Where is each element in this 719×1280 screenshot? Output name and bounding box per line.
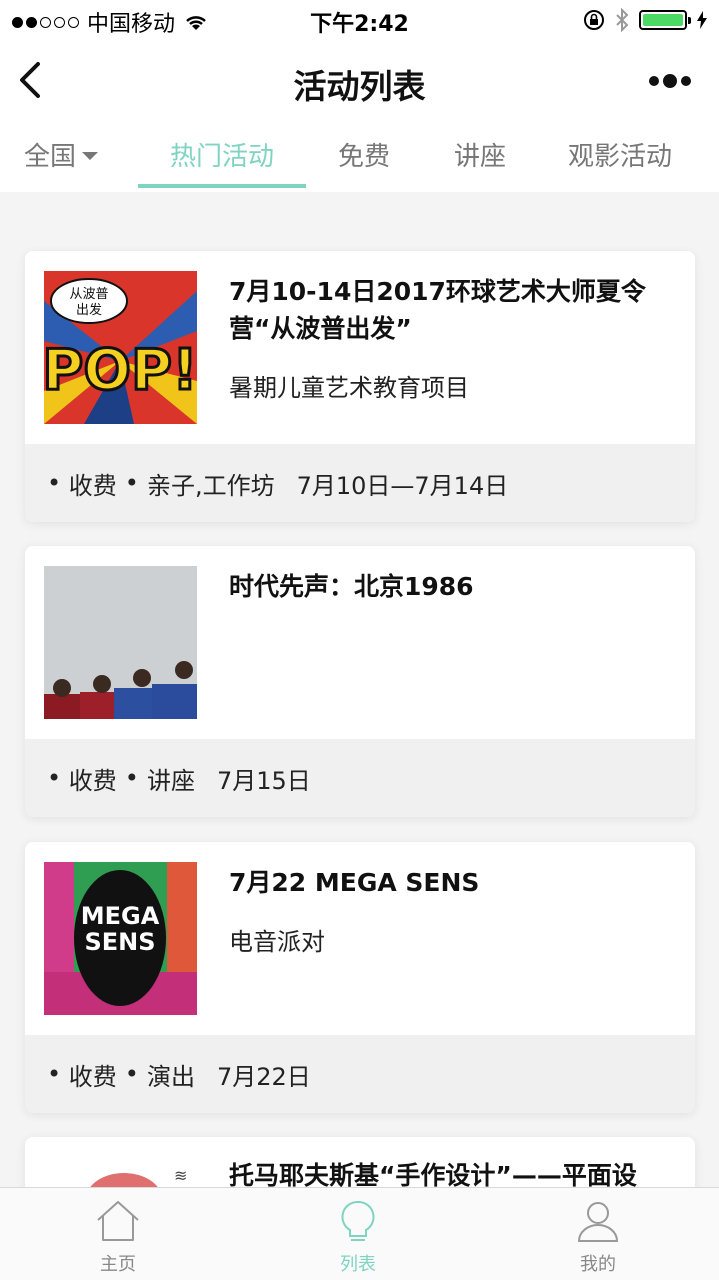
event-date: 7月22日 <box>216 1062 311 1091</box>
event-tags: 亲子,工作坊 <box>146 471 275 500</box>
page-title: 活动列表 <box>293 67 426 106</box>
tabbar-item-home[interactable]: 主页 <box>68 1200 168 1276</box>
svg-text:POP!: POP! <box>44 338 197 403</box>
event-thumbnail <box>44 566 197 719</box>
event-fee: 收费 <box>68 1062 117 1091</box>
battery-icon <box>639 10 691 30</box>
region-dropdown[interactable]: 全国 <box>24 136 99 173</box>
event-subtitle: 暑期儿童艺术教育项目 <box>229 374 469 402</box>
svg-text:≋: ≋ <box>174 1166 187 1185</box>
event-tags: 演出 <box>146 1062 195 1091</box>
tabbar-item-me[interactable]: 我的 <box>548 1200 648 1276</box>
tab-free[interactable]: 免费 <box>338 136 390 173</box>
nav-bar: 活动列表 <box>0 40 719 122</box>
user-icon <box>577 1202 619 1242</box>
chevron-left-icon <box>20 62 40 98</box>
event-card[interactable]: 时代先声：北京1986 • 收费 • 讲座 7月15日 <box>25 546 695 817</box>
event-meta: • 收费 • 亲子,工作坊 7月10日—7月14日 <box>25 444 695 522</box>
event-meta: • 收费 • 讲座 7月15日 <box>25 739 695 817</box>
orientation-lock-icon <box>584 10 604 30</box>
event-fee: 收费 <box>68 471 117 500</box>
tab-screenings[interactable]: 观影活动 <box>568 136 672 173</box>
event-fee: 收费 <box>68 766 117 795</box>
tabbar-label: 主页 <box>100 1254 136 1275</box>
active-tab-indicator <box>138 184 306 188</box>
category-tabs: 全国 热门活动 免费 讲座 观影活动 <box>0 122 719 192</box>
svg-text:从波普: 从波普 <box>69 287 108 302</box>
tabbar-label: 我的 <box>580 1254 616 1275</box>
charging-icon <box>697 11 707 29</box>
lightbulb-icon <box>341 1200 375 1241</box>
tabbar-item-list[interactable]: 列表 <box>308 1200 408 1276</box>
event-thumbnail: MEGA SENS <box>44 862 197 1015</box>
event-subtitle: 电音派对 <box>229 928 325 956</box>
caret-down-icon <box>82 151 99 160</box>
event-card[interactable]: MEGA SENS 7月22 MEGA SENS 电音派对 • 收费 • 演出 7… <box>25 842 695 1113</box>
bottom-tab-bar: 主页 列表 我的 <box>0 1187 719 1280</box>
region-label: 全国 <box>24 142 77 172</box>
tabbar-label: 列表 <box>340 1254 376 1275</box>
tab-lectures[interactable]: 讲座 <box>454 136 506 173</box>
event-card[interactable]: 从波普 出发 POP! 7月10-14日2017环球艺术大师夏令营“从波普出发”… <box>25 251 695 522</box>
back-button[interactable] <box>14 58 54 102</box>
status-bar: 中国移动 下午2:42 <box>0 0 719 40</box>
more-menu-button[interactable] <box>649 66 695 96</box>
event-date: 7月10日—7月14日 <box>296 471 509 500</box>
event-title: 7月10-14日2017环球艺术大师夏令营“从波普出发” <box>229 277 646 343</box>
event-date: 7月15日 <box>216 766 311 795</box>
status-right <box>583 8 707 32</box>
event-title: 7月22 MEGA SENS <box>229 868 480 897</box>
bluetooth-icon <box>616 8 629 32</box>
more-dots-icon <box>649 76 659 86</box>
event-thumbnail: 从波普 出发 POP! <box>44 271 197 424</box>
event-meta: • 收费 • 演出 7月22日 <box>25 1035 695 1113</box>
event-title: 时代先声：北京1986 <box>229 572 474 601</box>
home-icon <box>97 1201 139 1241</box>
event-tags: 讲座 <box>146 766 195 795</box>
tab-hot-events[interactable]: 热门活动 <box>170 136 274 173</box>
svg-text:SENS: SENS <box>84 928 155 956</box>
svg-text:出发: 出发 <box>76 302 102 318</box>
svg-text:MEGA: MEGA <box>81 902 160 930</box>
